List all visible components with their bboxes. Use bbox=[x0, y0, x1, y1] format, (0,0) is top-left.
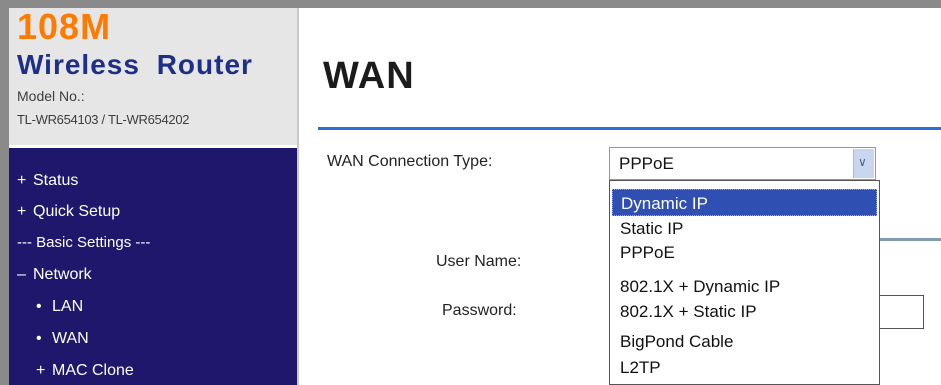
connection-type-label: WAN Connection Type: bbox=[327, 153, 493, 170]
sidebar-item-label: LAN bbox=[52, 298, 84, 315]
page-title: WAN bbox=[323, 55, 415, 97]
window-top-border bbox=[0, 0, 941, 8]
model-label: Model No.: bbox=[17, 88, 85, 104]
sidebar-item-wan[interactable]: • WAN bbox=[36, 330, 89, 348]
user-name-input[interactable] bbox=[880, 238, 941, 241]
expand-plus-icon: + bbox=[17, 203, 27, 220]
bullet-icon: • bbox=[36, 330, 42, 347]
bullet-icon: • bbox=[36, 298, 42, 315]
chevron-down-icon: ∨ bbox=[858, 155, 867, 169]
sidebar-divider bbox=[297, 8, 299, 385]
sidebar-item-mac-clone[interactable]: + MAC Clone bbox=[36, 362, 134, 380]
password-input[interactable] bbox=[880, 295, 924, 329]
sidebar-item-label: Status bbox=[33, 172, 79, 189]
option-dynamic-ip[interactable]: Dynamic IP bbox=[612, 189, 877, 216]
model-value: TL-WR654103 / TL-WR654202 bbox=[17, 112, 190, 127]
password-label: Password: bbox=[442, 302, 517, 319]
brand-name: Wireless Router bbox=[17, 49, 253, 80]
option-8021x-static-ip[interactable]: 802.1X + Static IP bbox=[612, 298, 877, 325]
option-pppoe[interactable]: PPPoE bbox=[612, 239, 877, 266]
expand-plus-icon: + bbox=[36, 362, 46, 379]
sidebar-item-lan[interactable]: • LAN bbox=[36, 298, 83, 316]
option-bigpond-cable[interactable]: BigPond Cable bbox=[612, 328, 877, 355]
dropdown-button[interactable]: ∨ bbox=[853, 149, 874, 178]
connection-type-dropdown-list: Dynamic IP Static IP PPPoE 802.1X + Dyna… bbox=[609, 180, 880, 385]
sidebar-section-basic-settings: --- Basic Settings --- bbox=[17, 234, 151, 251]
select-value: PPPoE bbox=[619, 154, 674, 173]
sidebar-item-label: MAC Clone bbox=[52, 362, 134, 379]
option-l2tp[interactable]: L2TP bbox=[612, 354, 877, 381]
option-static-ip[interactable]: Static IP bbox=[612, 215, 877, 242]
sidebar-item-quick-setup[interactable]: + Quick Setup bbox=[17, 203, 120, 221]
sidebar-item-label: Quick Setup bbox=[33, 203, 121, 220]
brand-number: 108M bbox=[17, 6, 112, 47]
expand-plus-icon: + bbox=[17, 172, 27, 189]
title-rule bbox=[318, 127, 941, 130]
collapse-minus-icon: – bbox=[17, 266, 26, 283]
user-name-label: User Name: bbox=[436, 253, 522, 270]
connection-type-select[interactable]: PPPoE ∨ bbox=[609, 147, 876, 180]
window-left-border bbox=[0, 0, 9, 385]
sidebar-item-label: WAN bbox=[52, 330, 89, 347]
option-8021x-dynamic-ip[interactable]: 802.1X + Dynamic IP bbox=[612, 273, 877, 300]
sidebar-item-label: Network bbox=[33, 266, 92, 283]
sidebar-item-network[interactable]: – Network bbox=[17, 266, 92, 284]
sidebar-item-status[interactable]: + Status bbox=[17, 172, 78, 190]
